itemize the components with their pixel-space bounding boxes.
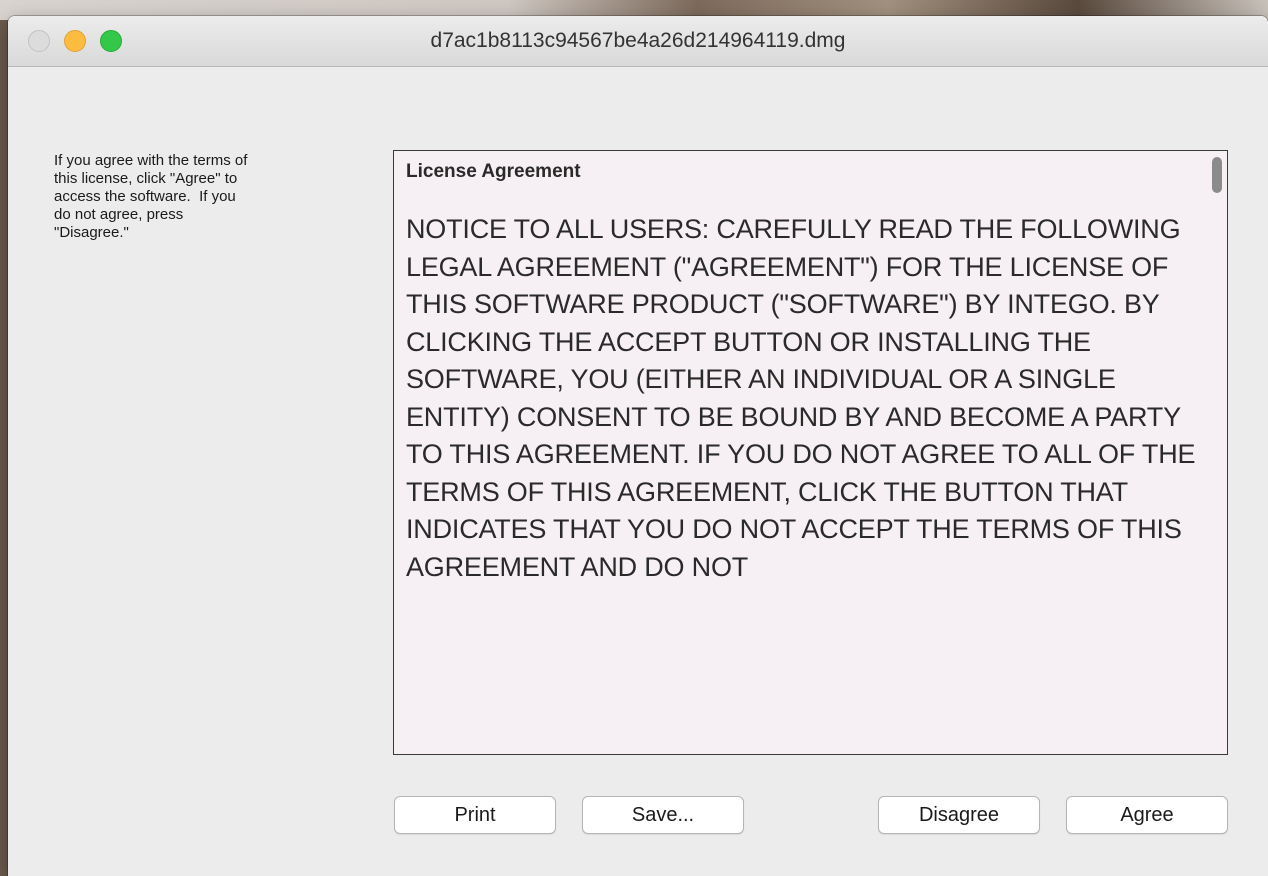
- license-body-text: NOTICE TO ALL USERS: CAREFULLY READ THE …: [406, 214, 1196, 582]
- disagree-button[interactable]: Disagree: [878, 796, 1040, 834]
- scrollbar-thumb[interactable]: [1212, 157, 1222, 193]
- license-heading: License Agreement: [406, 161, 581, 182]
- title-bar[interactable]: d7ac1b8113c94567be4a26d214964119.dmg: [8, 16, 1268, 67]
- license-text-view[interactable]: License Agreement NOTICE TO ALL USERS: C…: [393, 150, 1228, 755]
- scrollbar-track[interactable]: [1207, 151, 1227, 754]
- license-window: d7ac1b8113c94567be4a26d214964119.dmg If …: [8, 16, 1268, 876]
- print-button[interactable]: Print: [394, 796, 556, 834]
- window-title: d7ac1b8113c94567be4a26d214964119.dmg: [430, 29, 846, 52]
- agree-button[interactable]: Agree: [1066, 796, 1228, 834]
- save-button[interactable]: Save...: [582, 796, 744, 834]
- license-instructions: If you agree with the terms of this lice…: [54, 152, 248, 241]
